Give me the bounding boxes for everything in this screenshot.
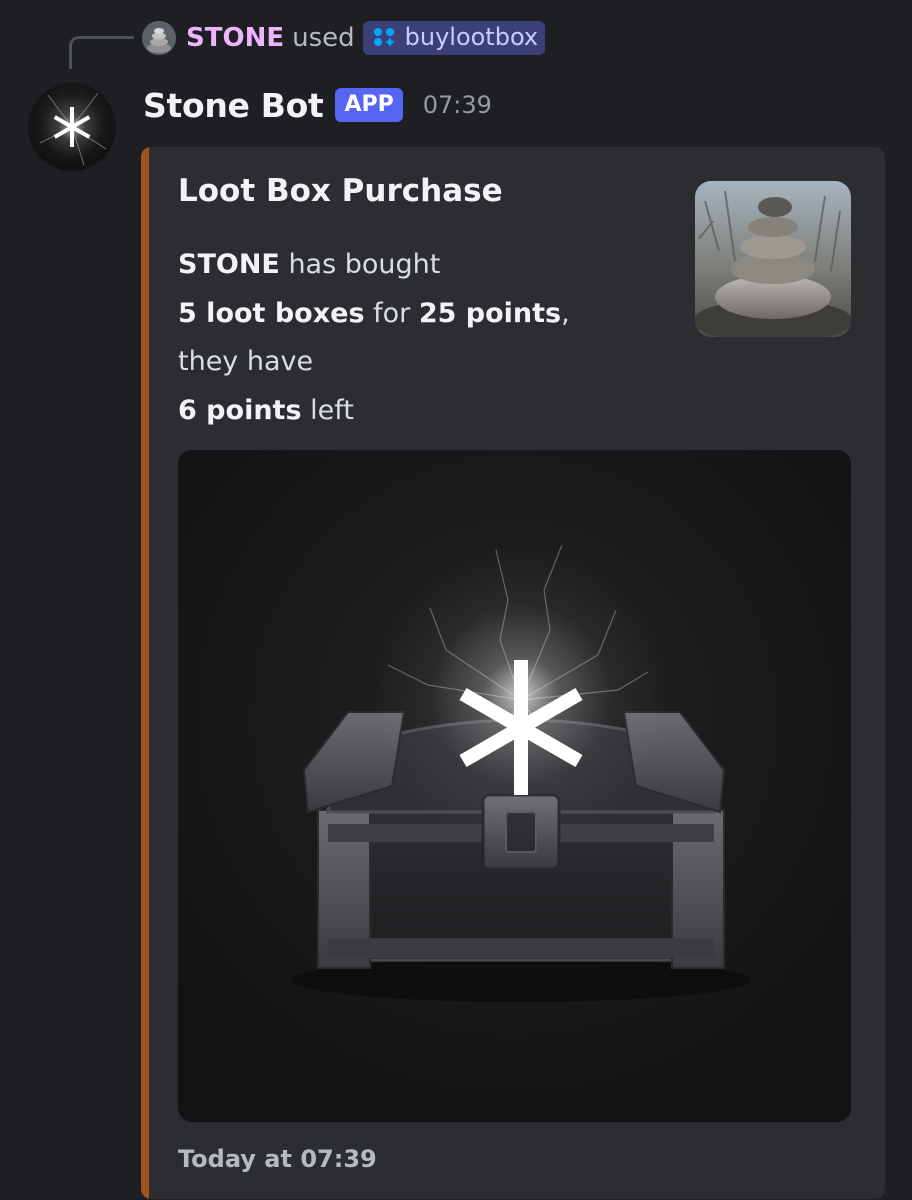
embed-title: Loot Box Purchase	[178, 173, 503, 209]
message-timestamp[interactable]: 07:39	[423, 91, 492, 119]
buyer-name: STONE	[178, 249, 280, 280]
command-reference[interactable]: STONE used buylootbox	[142, 20, 546, 56]
slash-command-icon	[369, 24, 399, 50]
description-text: has bought	[279, 249, 441, 280]
description-line: STONE has bought	[178, 241, 570, 290]
bot-username[interactable]: Stone Bot	[143, 86, 324, 125]
description-line: 5 loot boxes for 25 points,	[178, 290, 570, 339]
reference-action-text: used	[292, 23, 355, 53]
app-badge: APP	[335, 88, 403, 122]
description-line: they have	[178, 346, 314, 377]
embed-image[interactable]	[178, 450, 851, 1122]
user-avatar[interactable]	[142, 21, 176, 55]
embed-footer-timestamp: Today at 07:39	[178, 1145, 377, 1173]
embed-accent-bar	[141, 147, 149, 1199]
slash-command-chip[interactable]: buylootbox	[362, 21, 546, 55]
chat-message-view: STONE used buylootbox Stone Bot APP 07:3…	[0, 0, 912, 1200]
stacked-stones-icon	[695, 181, 851, 337]
description-line: 6 points left	[178, 387, 570, 436]
points-remaining: 6 points	[178, 394, 302, 426]
slash-command-name: buylootbox	[404, 23, 539, 51]
reference-username[interactable]: STONE	[186, 23, 284, 53]
bot-avatar[interactable]	[28, 83, 116, 171]
embed-description: STONE has bought 5 loot boxes for 25 poi…	[178, 241, 570, 435]
loot-box-count: 5 loot boxes	[178, 297, 365, 329]
description-text: ,	[561, 297, 570, 329]
embed-card: Loot Box Purchase STONE has bought 5 loo…	[141, 147, 885, 1199]
reply-connector-line	[69, 36, 134, 69]
message-header: Stone Bot APP 07:39	[143, 80, 492, 130]
glowing-treasure-chest-icon	[178, 450, 851, 1122]
description-text: left	[301, 394, 354, 426]
points-spent: 25 points	[418, 297, 562, 329]
embed-thumbnail[interactable]	[695, 181, 851, 337]
description-text: for	[364, 297, 419, 329]
